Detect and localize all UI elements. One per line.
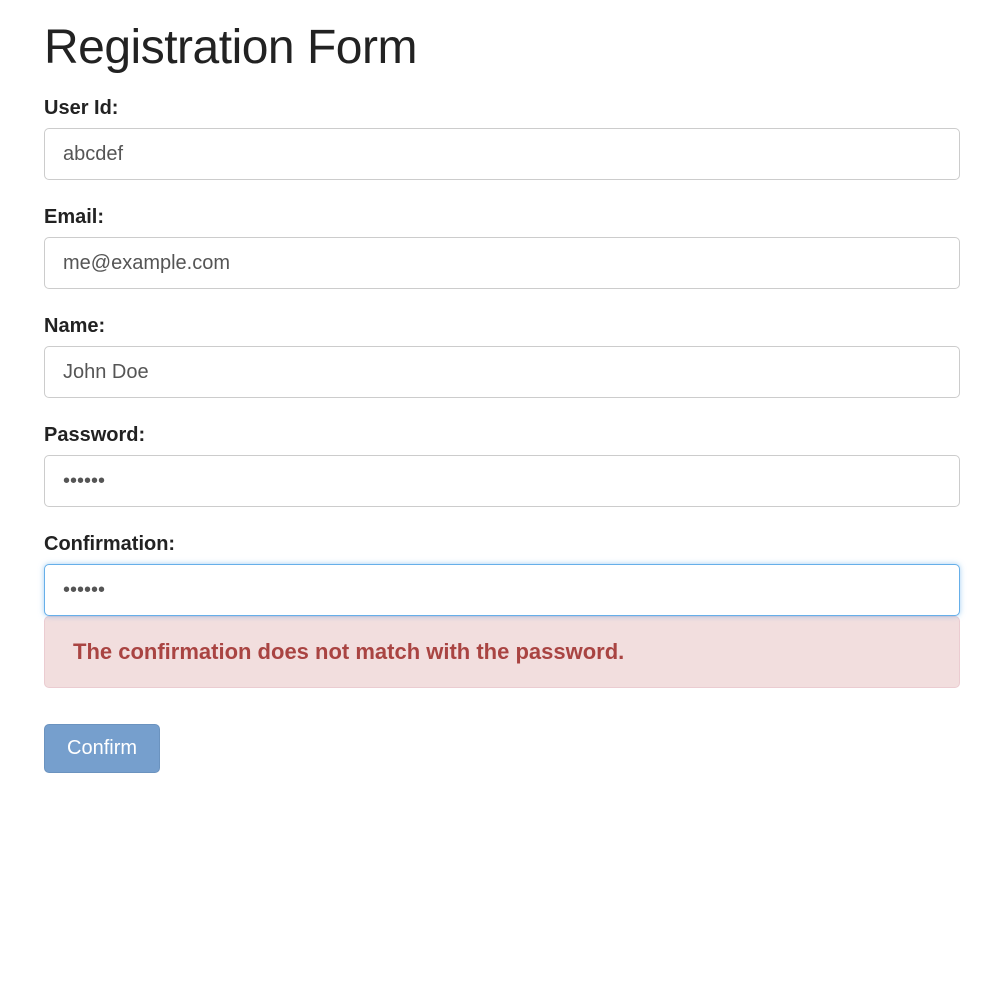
email-input[interactable] xyxy=(44,237,960,289)
email-group: Email: xyxy=(44,206,960,289)
page-title: Registration Form xyxy=(44,20,960,75)
confirmation-group: Confirmation: The confirmation does not … xyxy=(44,533,960,688)
name-group: Name: xyxy=(44,315,960,398)
password-group: Password: xyxy=(44,424,960,507)
email-label: Email: xyxy=(44,206,960,229)
password-label: Password: xyxy=(44,424,960,447)
user-id-group: User Id: xyxy=(44,97,960,180)
user-id-label: User Id: xyxy=(44,97,960,120)
confirm-button[interactable]: Confirm xyxy=(44,724,160,773)
name-label: Name: xyxy=(44,315,960,338)
password-input[interactable] xyxy=(44,455,960,507)
error-message: The confirmation does not match with the… xyxy=(44,616,960,688)
name-input[interactable] xyxy=(44,346,960,398)
confirmation-input[interactable] xyxy=(44,564,960,616)
confirmation-label: Confirmation: xyxy=(44,533,960,556)
user-id-input[interactable] xyxy=(44,128,960,180)
